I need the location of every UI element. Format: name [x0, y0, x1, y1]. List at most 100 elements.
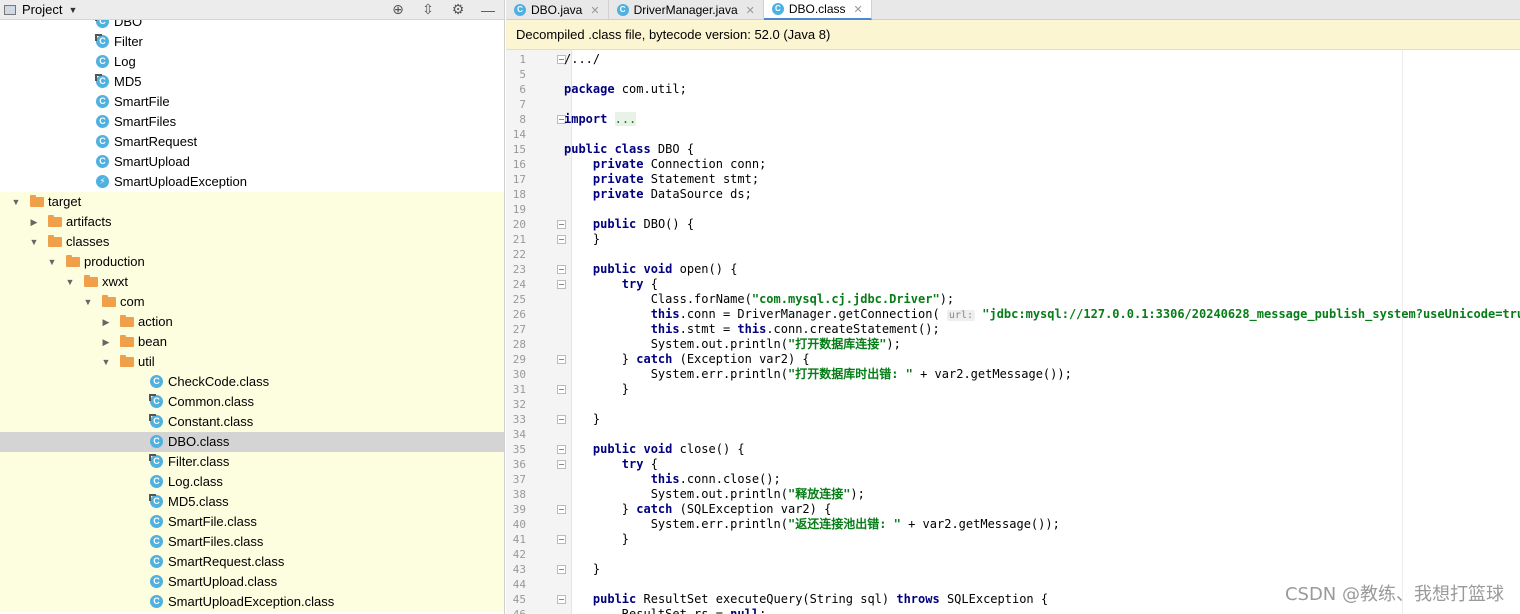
- editor-tab[interactable]: C DriverManager.java ✕: [609, 0, 764, 20]
- class-icon: C: [150, 515, 163, 528]
- tree-file-item[interactable]: C SmartUpload: [0, 152, 504, 172]
- tree-file-item[interactable]: C SmartFiles.class: [0, 532, 504, 552]
- line-number: 33: [512, 413, 526, 426]
- code-keyword: package: [564, 82, 615, 96]
- tree-file-item[interactable]: C CheckCode.class: [0, 372, 504, 392]
- class-icon: C: [149, 394, 163, 408]
- tree-file-item[interactable]: C MD5.class: [0, 492, 504, 512]
- tree-item-label: production: [84, 254, 145, 269]
- tree-item-label: Common.class: [168, 394, 254, 409]
- project-panel-toolbar: ⊕ ⇳ ⚙ —: [390, 1, 496, 18]
- code-line: 14: [506, 127, 1520, 142]
- tree-folder-com[interactable]: ▼ com: [0, 292, 504, 312]
- tree-file-item[interactable]: C SmartFiles: [0, 112, 504, 132]
- collapse-arrow-icon[interactable]: ▶: [28, 212, 40, 232]
- code-line: 21 }: [506, 232, 1520, 247]
- tree-folder-target[interactable]: ▼ target: [0, 192, 504, 212]
- line-number: 26: [512, 308, 526, 321]
- expand-arrow-icon[interactable]: ▼: [10, 192, 22, 212]
- line-number: 43: [512, 563, 526, 576]
- tree-item-label: SmartUpload.class: [168, 574, 278, 589]
- code-token: System.err.println(: [564, 367, 788, 381]
- tree-file-item[interactable]: C SmartUpload.class: [0, 572, 504, 592]
- code-text: import ...: [564, 112, 637, 127]
- minimize-icon[interactable]: —: [480, 2, 496, 18]
- expand-arrow-icon[interactable]: ▼: [46, 252, 58, 272]
- tree-folder-action[interactable]: ▶ action: [0, 312, 504, 332]
- tree-folder-artifacts[interactable]: ▶ artifacts: [0, 212, 504, 232]
- code-token: Connection conn;: [643, 157, 767, 171]
- line-number: 31: [512, 383, 526, 396]
- class-icon: C: [96, 95, 109, 108]
- code-editor[interactable]: 1/.../5 6 package com.util; 7 8 import ... 14 1…: [506, 50, 1520, 614]
- locate-icon[interactable]: ⊕: [390, 1, 406, 18]
- class-icon: C: [149, 414, 163, 428]
- code-token: DBO() {: [636, 217, 695, 231]
- class-icon: C: [96, 115, 109, 128]
- line-number: 15: [512, 143, 526, 156]
- code-line: 39 } catch (SQLException var2) {: [506, 502, 1520, 517]
- code-token: + var2.getMessage());: [900, 517, 1060, 531]
- editor-tab[interactable]: C DBO.class ✕: [763, 0, 872, 20]
- tree-item-label: xwxt: [102, 274, 128, 289]
- line-number: 20: [512, 218, 526, 231]
- close-icon[interactable]: ✕: [590, 4, 599, 17]
- tree-file-item[interactable]: C Filter: [0, 32, 504, 52]
- code-line: 40 System.err.println("返还连接池出错: " + var2…: [506, 517, 1520, 532]
- expand-arrow-icon[interactable]: ▼: [64, 272, 76, 292]
- tab-label: DBO.class: [788, 2, 846, 16]
- tree-item-label: classes: [66, 234, 110, 249]
- line-number: 28: [512, 338, 526, 351]
- collapse-all-icon[interactable]: ⇳: [420, 1, 436, 18]
- line-number: 21: [512, 233, 526, 246]
- tree-file-item[interactable]: ⚡ SmartUploadException: [0, 172, 504, 192]
- expand-arrow-icon[interactable]: ▼: [100, 352, 112, 372]
- code-text: }: [564, 382, 629, 397]
- code-token: /.../: [564, 52, 601, 66]
- tree-file-item[interactable]: C SmartRequest: [0, 132, 504, 152]
- tree-folder-xwxt[interactable]: ▼ xwxt: [0, 272, 504, 292]
- tree-item-label: SmartUpload: [114, 154, 190, 169]
- code-token: System.err.println(: [564, 517, 788, 531]
- editor-tab[interactable]: C DBO.java ✕: [506, 0, 609, 20]
- code-line: 43 }: [506, 562, 1520, 577]
- code-keyword: this: [737, 322, 767, 336]
- expand-arrow-icon[interactable]: ▼: [28, 232, 40, 252]
- line-number: 27: [512, 323, 526, 336]
- tree-file-item[interactable]: C Log.class: [0, 472, 504, 492]
- collapse-arrow-icon[interactable]: ▶: [100, 312, 112, 332]
- code-keyword: private: [592, 172, 644, 186]
- code-line: 7: [506, 97, 1520, 112]
- class-icon: C: [149, 454, 163, 468]
- code-text: public void close() {: [564, 442, 745, 457]
- tree-file-item[interactable]: C DBO.class: [0, 432, 504, 452]
- class-icon: C: [150, 435, 163, 448]
- tree-file-item[interactable]: C MD5: [0, 72, 504, 92]
- tree-file-item[interactable]: C SmartFile: [0, 92, 504, 112]
- tree-folder-bean[interactable]: ▶ bean: [0, 332, 504, 352]
- tree-folder-production[interactable]: ▼ production: [0, 252, 504, 272]
- tree-folder-util[interactable]: ▼ util: [0, 352, 504, 372]
- close-icon[interactable]: ✕: [854, 3, 863, 16]
- tree-file-item[interactable]: C SmartUploadException.class: [0, 592, 504, 612]
- code-text: } catch (SQLException var2) {: [564, 502, 832, 517]
- folded-region[interactable]: ...: [614, 112, 637, 126]
- tree-file-item[interactable]: C Constant.class: [0, 412, 504, 432]
- project-panel-title[interactable]: Project: [22, 2, 62, 17]
- tree-file-item[interactable]: C Log: [0, 52, 504, 72]
- expand-arrow-icon[interactable]: ▼: [82, 292, 94, 312]
- tree-file-item[interactable]: C Common.class: [0, 392, 504, 412]
- tree-file-item[interactable]: C Filter.class: [0, 452, 504, 472]
- tree-file-item[interactable]: C SmartFile.class: [0, 512, 504, 532]
- gear-icon[interactable]: ⚙: [450, 1, 466, 18]
- chevron-down-icon[interactable]: ▼: [68, 5, 77, 15]
- close-icon[interactable]: ✕: [746, 4, 755, 17]
- tree-file-item[interactable]: C SmartRequest.class: [0, 552, 504, 572]
- tree-folder-classes[interactable]: ▼ classes: [0, 232, 504, 252]
- code-line: 20 public DBO() {: [506, 217, 1520, 232]
- tree-item-label: SmartRequest.class: [168, 554, 285, 569]
- collapse-arrow-icon[interactable]: ▶: [100, 332, 112, 352]
